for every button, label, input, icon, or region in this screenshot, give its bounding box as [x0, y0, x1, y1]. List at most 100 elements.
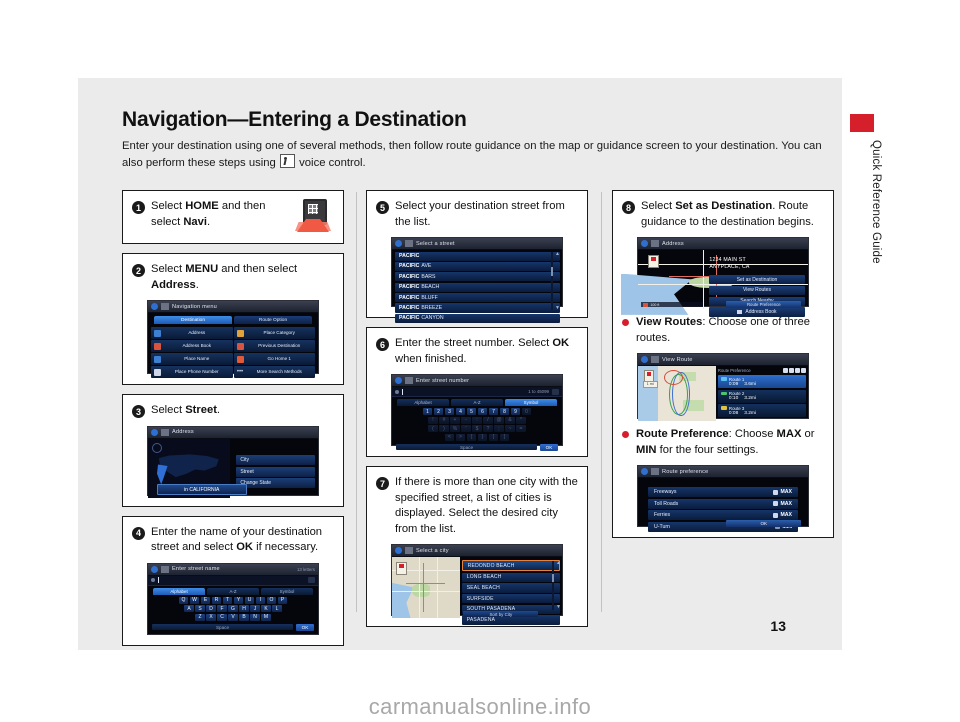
menu-item-address[interactable]: Address: [151, 327, 233, 339]
scrollbar-thumb[interactable]: [551, 267, 553, 277]
key[interactable]: I: [255, 596, 266, 604]
ok-button[interactable]: OK: [726, 520, 802, 527]
key[interactable]: Q: [178, 596, 189, 604]
key[interactable]: 7: [488, 408, 499, 415]
key[interactable]: T: [222, 596, 233, 604]
key[interactable]: F: [217, 605, 227, 612]
key[interactable]: Y: [233, 596, 244, 604]
key[interactable]: +: [450, 416, 460, 424]
current-state-button[interactable]: in CALIFORNIA: [156, 484, 247, 496]
route-preference-button[interactable]: Route Preference: [726, 301, 802, 308]
scroll-top-icon[interactable]: ▲: [556, 560, 561, 566]
scroll-up-icon[interactable]: ▲: [555, 251, 560, 257]
key[interactable]: R: [211, 596, 222, 604]
scrollbar-thumb[interactable]: [552, 573, 554, 582]
key[interactable]: >: [455, 433, 466, 441]
address-option-change-state[interactable]: Change State: [236, 478, 315, 489]
key[interactable]: ]: [499, 433, 510, 441]
list-item[interactable]: PACIFIC CANYON: [395, 313, 560, 323]
key[interactable]: ;: [494, 425, 504, 432]
setting-ferries[interactable]: Ferries MAX: [648, 510, 798, 520]
key[interactable]: 0: [521, 408, 532, 415]
kb-tab-symbol[interactable]: Symbol: [261, 587, 313, 595]
key[interactable]: {: [466, 433, 477, 441]
route-option-3[interactable]: Route 3 0:08 3.2mi: [717, 404, 807, 418]
key[interactable]: Z: [195, 613, 205, 621]
key[interactable]: X: [206, 613, 216, 621]
key[interactable]: ): [439, 425, 449, 432]
key[interactable]: D: [206, 605, 216, 612]
option-set-as-destination[interactable]: Set as Destination: [709, 274, 805, 285]
route-option-1[interactable]: Route 1 0:09 3.6mi: [717, 375, 807, 389]
key[interactable]: V: [228, 613, 238, 621]
key[interactable]: C: [217, 613, 227, 621]
key[interactable]: &: [505, 416, 515, 424]
route-map-panel[interactable]: 1 mi: [638, 366, 717, 421]
key[interactable]: %: [450, 425, 460, 432]
key[interactable]: G: [228, 605, 238, 612]
key[interactable]: 9: [510, 408, 521, 415]
backspace-icon[interactable]: [552, 388, 559, 395]
key[interactable]: 8: [499, 408, 510, 415]
key[interactable]: A: [184, 605, 194, 612]
route-option-2[interactable]: Route 2 0:10 3.2mi: [717, 389, 807, 403]
list-item[interactable]: SURFSIDE: [461, 594, 561, 604]
key[interactable]: $: [472, 425, 482, 432]
key[interactable]: =: [516, 425, 526, 432]
key[interactable]: O: [266, 596, 277, 604]
key[interactable]: 6: [477, 408, 488, 415]
key[interactable]: E: [200, 596, 211, 604]
setting-toll-roads[interactable]: Toll Roads MAX: [648, 498, 798, 509]
key[interactable]: [: [488, 433, 499, 441]
option-address-book[interactable]: Address Book: [709, 307, 805, 318]
tab-route-option[interactable]: Route Option: [234, 316, 312, 324]
key[interactable]: K: [261, 605, 271, 612]
setting-freeways[interactable]: Freeways MAX: [648, 487, 798, 497]
kb-tab-az[interactable]: A-Z: [451, 399, 503, 406]
key[interactable]: }: [477, 433, 488, 441]
key[interactable]: 3: [444, 408, 455, 415]
list-item[interactable]: PACIFIC BEACH: [395, 282, 560, 292]
key[interactable]: ?: [483, 425, 493, 432]
menu-item-more-search-methods[interactable]: ••• More Search Methods: [233, 366, 315, 378]
list-item[interactable]: PACIFIC AVE: [395, 261, 560, 272]
street-name-input[interactable]: [148, 575, 318, 586]
list-item-selected[interactable]: REDONDO BEACH: [461, 560, 561, 572]
scroll-down-icon[interactable]: ▼: [555, 305, 560, 311]
key[interactable]: *: [516, 416, 526, 424]
key[interactable]: :: [472, 416, 482, 424]
backspace-icon[interactable]: [308, 577, 315, 583]
key[interactable]: ': [461, 425, 471, 432]
key[interactable]: U: [244, 596, 255, 604]
address-option-street[interactable]: Street: [236, 466, 315, 477]
key[interactable]: /: [483, 416, 493, 424]
city-map-panel[interactable]: [392, 557, 460, 618]
scroll-bottom-icon[interactable]: ▼: [556, 604, 561, 610]
list-item[interactable]: PACIFIC BARS: [395, 272, 560, 282]
key[interactable]: #: [439, 416, 449, 424]
key[interactable]: (: [428, 425, 438, 432]
key[interactable]: N: [250, 613, 260, 621]
menu-item-place-category[interactable]: Place Category: [233, 327, 315, 339]
option-view-routes[interactable]: View Routes: [709, 285, 805, 296]
key[interactable]: L: [272, 605, 282, 612]
ok-button[interactable]: OK: [540, 444, 558, 451]
street-number-input[interactable]: 1 to 45099: [392, 387, 562, 397]
key[interactable]: B: [239, 613, 249, 621]
menu-item-place-name[interactable]: Place Name: [151, 353, 233, 365]
key[interactable]: 2: [433, 408, 444, 415]
key[interactable]: 1: [422, 408, 433, 415]
key[interactable]: S: [195, 605, 205, 612]
kb-tab-symbol[interactable]: Symbol: [505, 399, 557, 406]
scrollbar-track[interactable]: [551, 252, 553, 310]
space-key[interactable]: Space: [396, 444, 537, 451]
address-option-city[interactable]: City: [236, 455, 315, 466]
kb-tab-alphabet[interactable]: Alphabet: [397, 399, 449, 406]
key[interactable]: H: [239, 605, 249, 612]
scrollbar-track[interactable]: [552, 561, 554, 610]
key[interactable]: ~: [505, 425, 515, 432]
key[interactable]: W: [189, 596, 200, 604]
key[interactable]: P: [277, 596, 288, 604]
tab-destination[interactable]: Destination: [154, 316, 232, 324]
menu-item-place-phone-number[interactable]: Place Phone Number: [151, 366, 233, 378]
